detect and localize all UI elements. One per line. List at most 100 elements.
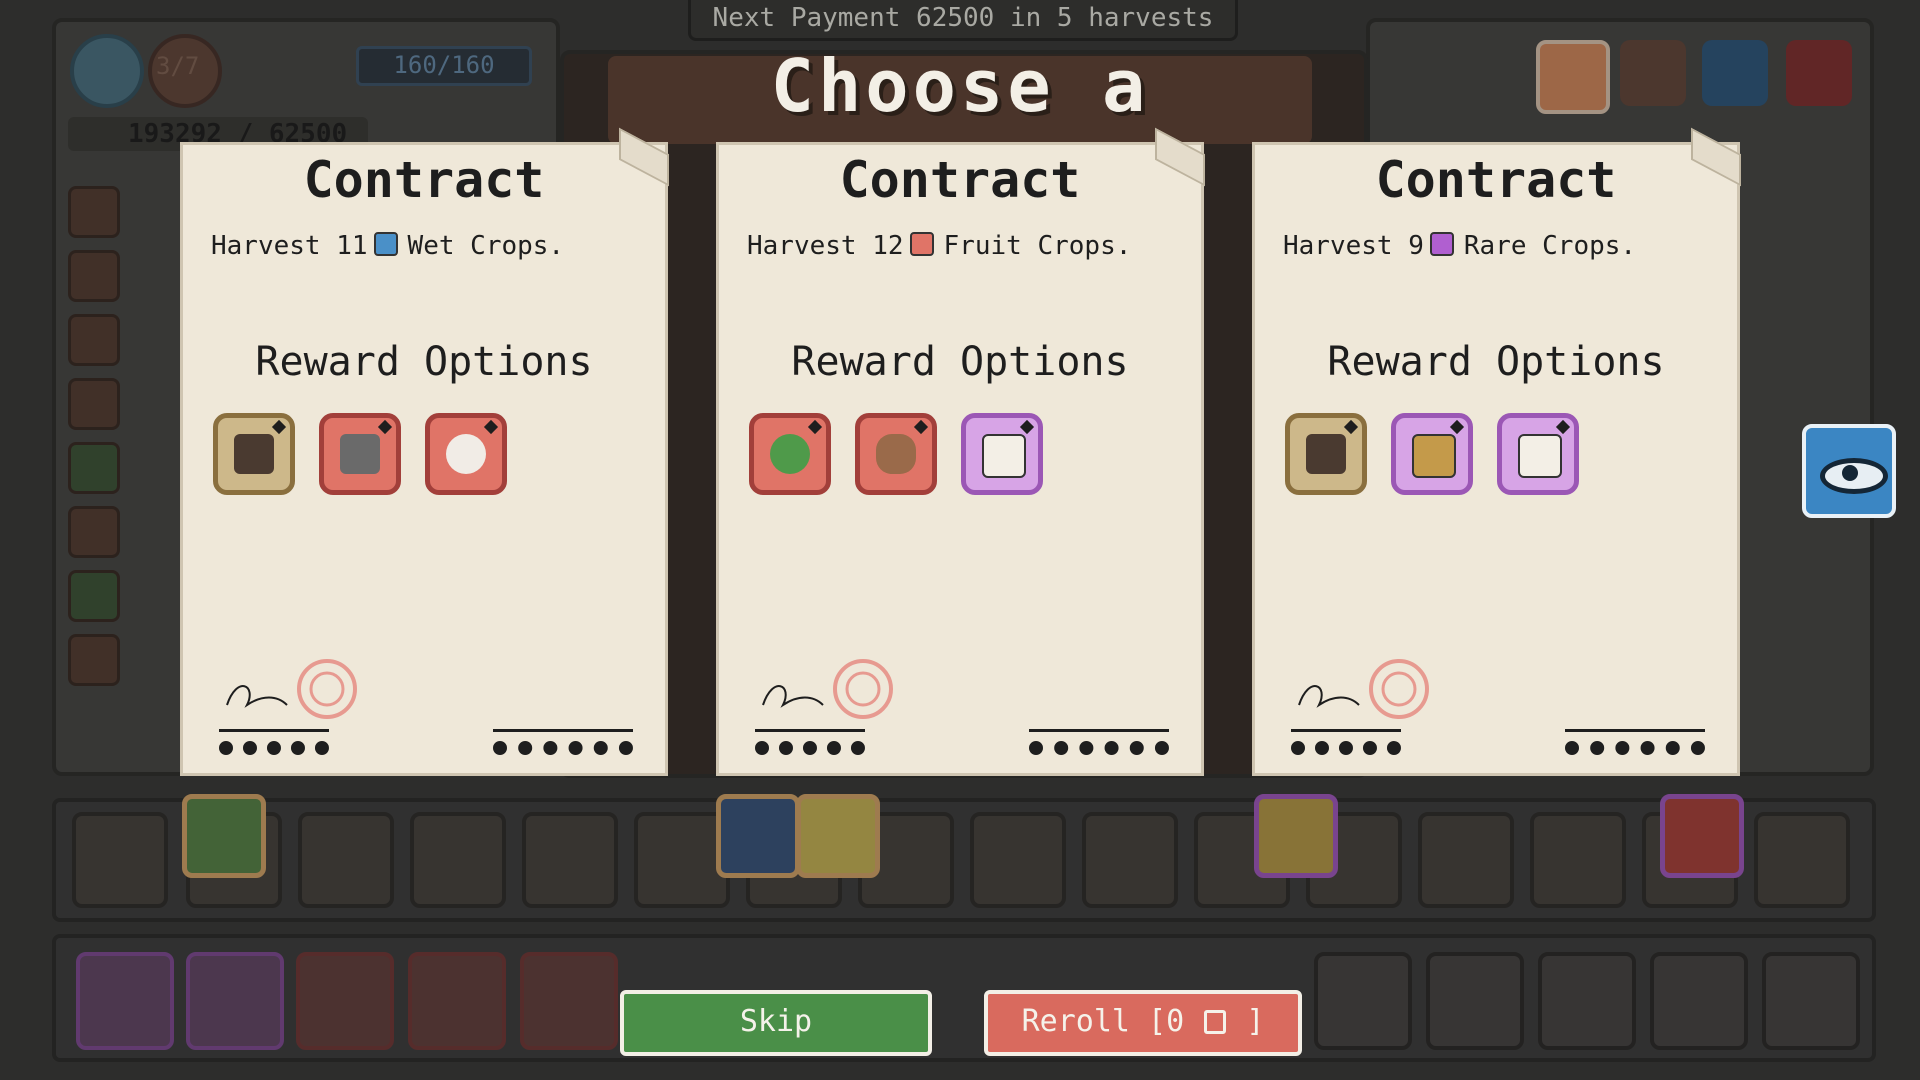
item-slot-7[interactable] [1426,952,1524,1050]
seed-bag-card-reward-icon[interactable] [1497,413,1579,495]
guinea-pig-art [876,434,916,474]
pin-icon [1449,419,1465,435]
crop-slot-14[interactable] [1530,812,1626,908]
blueberry-crop-icon [716,794,800,878]
side-slot-1[interactable] [68,186,120,238]
signature-dash-right [1029,741,1169,769]
map-icon[interactable] [1702,40,1768,106]
pin-icon [1019,419,1035,435]
item-slot-1[interactable] [76,952,174,1050]
pin-icon [377,419,393,435]
crop-slot-13[interactable] [1418,812,1514,908]
skip-button[interactable]: Skip [620,990,932,1056]
side-slot-5[interactable] [68,442,120,494]
side-slot-4[interactable] [68,378,120,430]
contract-title: Contract [1375,151,1617,209]
shrine-reward-icon[interactable] [213,413,295,495]
cat-art [340,434,380,474]
signature-dash-left [219,741,329,769]
reward-heading: Reward Options [1327,339,1665,385]
payment-banner: Next Payment 62500 in 5 harvests [688,0,1238,41]
side-slot-3[interactable] [68,314,120,366]
rabbit-reward-icon[interactable] [425,413,507,495]
deck-icon[interactable] [1536,40,1610,114]
crop-slot-16[interactable] [1754,812,1850,908]
contract-card-1[interactable]: Contract Harvest 11 Wet Crops. Reward Opt… [180,127,669,776]
side-slot-2[interactable] [68,250,120,302]
signature-line-right [1029,729,1169,732]
hemp-crop-icon [182,794,266,878]
signature-line-left [755,729,865,732]
crop-slot-9[interactable] [970,812,1066,908]
reroll-label-end: ] [1246,1004,1265,1039]
pin-icon [913,419,929,435]
rare-gem-icon [1429,232,1454,256]
eye-pupil [1842,465,1858,481]
pin-icon [1555,419,1571,435]
contract-crop-type: Rare Crops. [1463,231,1637,261]
signature-icon [226,659,357,719]
guinea-pig-reward-icon[interactable] [855,413,937,495]
pin-icon [271,419,287,435]
crop-slot-10[interactable] [1082,812,1178,908]
side-slot-7[interactable] [68,570,120,622]
contract-harvest-count: Harvest 9 [1283,231,1424,261]
crop-slot-3[interactable] [298,812,394,908]
pin-icon [483,419,499,435]
signature-line-right [1565,729,1705,732]
contract-description: Harvest 11 Wet Crops. [211,231,564,261]
shrine-reward-icon[interactable] [1285,413,1367,495]
wet-gem-icon [373,232,398,256]
item-slot-9[interactable] [1650,952,1748,1050]
pin-icon [1343,419,1359,435]
signature-dash-right [1565,741,1705,769]
side-slot-6[interactable] [68,506,120,558]
item-slot-5[interactable] [520,952,618,1050]
water-card-reward-icon[interactable] [961,413,1043,495]
energy-bar: 160/160 [356,46,532,86]
shrine-art [234,434,274,474]
journal-icon[interactable] [1620,40,1686,106]
signature-line-left [1291,729,1401,732]
fence-card-reward-icon[interactable] [1391,413,1473,495]
contract-title: Contract [839,151,1081,209]
rose-crop-icon [1660,794,1744,878]
contract-card-2[interactable]: Contract Harvest 12 Fruit Crops. Reward O… [716,127,1205,776]
crop-slot-1[interactable] [72,812,168,908]
shrine-art [1306,434,1346,474]
contract-harvest-count: Harvest 11 [211,231,368,261]
contract-card-3[interactable]: Contract Harvest 9 Rare Crops. Reward Opt… [1252,127,1741,776]
item-slot-4[interactable] [408,952,506,1050]
contract-crop-type: Fruit Crops. [943,231,1132,261]
item-slot-6[interactable] [1314,952,1412,1050]
banana-crop-icon [796,794,880,878]
crop-slot-5[interactable] [522,812,618,908]
item-slot-8[interactable] [1538,952,1636,1050]
reroll-label: Reroll [0 [1021,1004,1185,1039]
wheat-crop-icon [1254,794,1338,878]
fruit-gem-icon [909,232,934,256]
settings-gear-icon[interactable] [70,34,144,108]
reroll-button[interactable]: Reroll [0 ] [984,990,1302,1056]
exit-icon[interactable] [1786,40,1852,106]
item-slot-3[interactable] [296,952,394,1050]
reward-options [213,413,507,495]
signature-dash-right [493,741,633,769]
cat-reward-icon[interactable] [319,413,401,495]
crop-slot-4[interactable] [410,812,506,908]
frog-reward-icon[interactable] [749,413,831,495]
signature-dash-left [755,741,865,769]
reward-heading: Reward Options [791,339,1129,385]
view-board-button[interactable] [1802,424,1896,518]
signature-line-right [493,729,633,732]
contract-harvest-count: Harvest 12 [747,231,904,261]
side-slot-8[interactable] [68,634,120,686]
signature-dash-left [1291,741,1401,769]
item-slot-2[interactable] [186,952,284,1050]
fence-card-art [1412,434,1456,478]
item-slot-10[interactable] [1762,952,1860,1050]
seed-bag-card-art [1518,434,1562,478]
reward-options [1285,413,1579,495]
signature-icon [1298,659,1429,719]
pin-icon [807,419,823,435]
